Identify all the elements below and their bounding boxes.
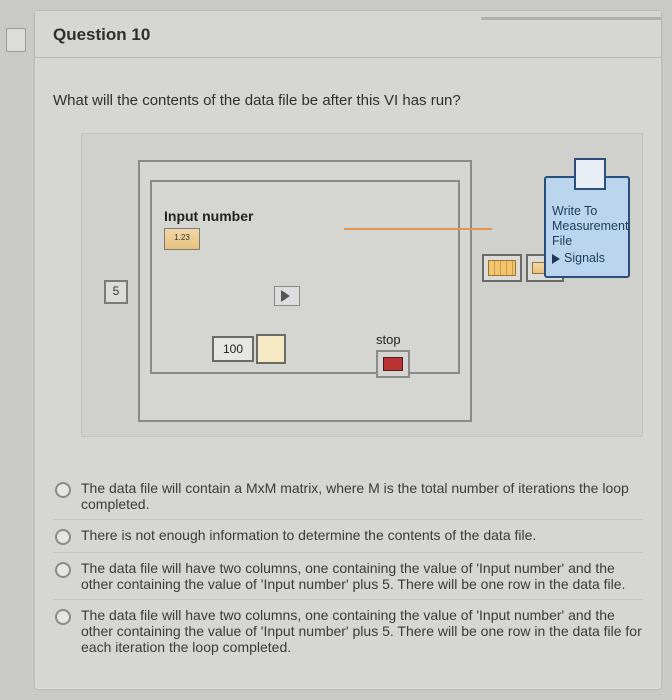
signals-arrow-icon <box>552 254 560 264</box>
answer-text: The data file will contain a MxM matrix,… <box>81 480 643 512</box>
stop-button-icon <box>376 350 410 378</box>
answer-option[interactable]: The data file will have two columns, one… <box>53 599 643 662</box>
question-prompt: What will the contents of the data file … <box>53 92 643 109</box>
signals-terminal: Signals <box>552 251 622 266</box>
numeric-control-icon: 1.23 <box>164 228 200 250</box>
stop-label: stop <box>376 332 401 347</box>
inner-frame: Input number 1.23 100 stop <box>150 180 460 374</box>
page-root: Question 10 What will the contents of th… <box>0 0 672 700</box>
wait-timer-icon <box>256 334 286 364</box>
bookmark-icon[interactable] <box>6 28 26 52</box>
answer-option[interactable]: The data file will have two columns, one… <box>53 552 643 599</box>
wait-ms-value: 100 <box>212 336 254 362</box>
question-card: Question 10 What will the contents of th… <box>34 10 662 690</box>
signal-wire <box>344 228 492 230</box>
answer-text: There is not enough information to deter… <box>81 527 536 543</box>
answer-text: The data file will have two columns, one… <box>81 560 643 592</box>
answer-choices: The data file will contain a MxM matrix,… <box>53 473 643 662</box>
radio-icon[interactable] <box>55 562 71 578</box>
radio-icon[interactable] <box>55 529 71 545</box>
add-node-icon <box>274 286 300 306</box>
while-loop-structure: Input number 1.23 100 stop 5 <box>138 160 472 422</box>
express-vi-title: Write To Measurement File <box>552 204 628 248</box>
top-divider <box>481 17 661 20</box>
labview-diagram: Input number 1.23 100 stop 5 <box>81 133 643 437</box>
write-measurement-file-vi: Write To Measurement File Signals <box>544 176 630 278</box>
answer-option[interactable]: The data file will contain a MxM matrix,… <box>53 473 643 519</box>
answer-text: The data file will have two columns, one… <box>81 607 643 655</box>
express-vi-icon <box>574 158 606 190</box>
question-body: What will the contents of the data file … <box>35 58 661 680</box>
loop-count-terminal: 5 <box>104 280 128 304</box>
build-array-icon <box>482 254 522 282</box>
radio-icon[interactable] <box>55 482 71 498</box>
radio-icon[interactable] <box>55 609 71 625</box>
answer-option[interactable]: There is not enough information to deter… <box>53 519 643 552</box>
input-number-label: Input number <box>164 208 253 224</box>
signals-label: Signals <box>564 251 605 266</box>
